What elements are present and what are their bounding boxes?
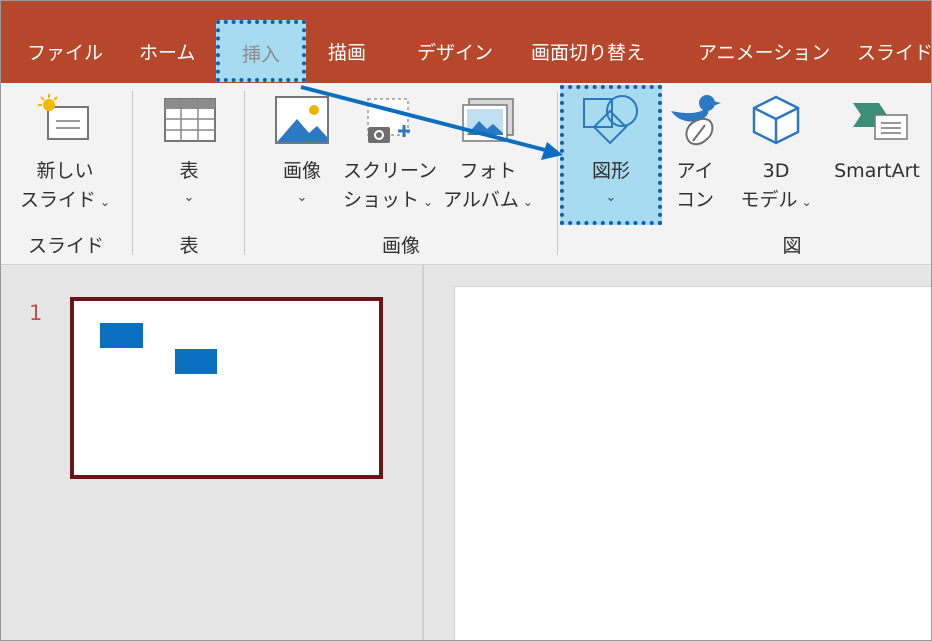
smartart-icon bbox=[853, 103, 908, 140]
3d-models-label-1: 3D bbox=[762, 160, 790, 182]
image-icon bbox=[275, 96, 329, 144]
image-label: 画像 bbox=[282, 160, 321, 182]
slide-thumbnail[interactable] bbox=[70, 297, 383, 479]
icons-button[interactable]: アイ コン bbox=[663, 93, 727, 215]
tab-insert[interactable]: 挿入 bbox=[216, 20, 306, 82]
group-label-tables: 表 bbox=[179, 235, 199, 257]
tab-transitions[interactable]: 画面切り替え bbox=[531, 35, 645, 71]
photo-album-button[interactable]: フォト アルバム ⌄ bbox=[437, 93, 539, 217]
separator bbox=[557, 91, 558, 255]
icons-label-2: コン bbox=[675, 189, 714, 211]
photo-album-icon bbox=[462, 98, 514, 142]
photo-album-label-1: フォト bbox=[459, 160, 517, 182]
tab-design[interactable]: デザイン bbox=[417, 35, 493, 71]
group-label-illustrations: 図 bbox=[782, 235, 802, 257]
thumbnail-rectangle bbox=[100, 323, 143, 348]
screenshot-label-2: ショット ⌄ bbox=[343, 189, 434, 211]
cube-icon bbox=[752, 95, 800, 145]
new-slide-label-1: 新しい bbox=[36, 160, 94, 182]
icons-icon bbox=[671, 95, 721, 146]
tab-slideshow[interactable]: スライド bbox=[857, 35, 931, 71]
chevron-down-icon: ⌄ bbox=[99, 195, 111, 209]
chevron-down-icon: ⌄ bbox=[296, 190, 308, 205]
chevron-down-icon: ⌄ bbox=[605, 190, 617, 205]
shapes-button[interactable]: 図形 ⌄ bbox=[567, 93, 655, 210]
powerpoint-window: ファイル ホーム 挿入 描画 デザイン 画面切り替え アニメーション スライド … bbox=[0, 0, 932, 641]
slide-number: 1 bbox=[29, 301, 43, 325]
chevron-down-icon: ⌄ bbox=[183, 190, 195, 205]
shapes-icon bbox=[583, 95, 638, 145]
group-label-slides: スライド bbox=[27, 235, 104, 257]
insert-ribbon: 新しい スライド ⌄ 表 ⌄ 画像 ⌄ スクリーン ショット ⌄ フォト アルバ… bbox=[1, 83, 931, 265]
chevron-down-icon: ⌄ bbox=[522, 195, 533, 209]
screenshot-icon bbox=[367, 98, 410, 143]
screenshot-button[interactable]: スクリーン ショット ⌄ bbox=[343, 93, 438, 217]
table-icon bbox=[164, 98, 216, 142]
thumbnail-rectangle bbox=[175, 349, 217, 374]
table-button[interactable]: 表 ⌄ bbox=[149, 93, 229, 210]
smartart-button[interactable]: SmartArt bbox=[823, 93, 931, 186]
ribbon-tab-bar: ファイル ホーム 挿入 描画 デザイン 画面切り替え アニメーション スライド bbox=[1, 1, 931, 83]
smartart-label: SmartArt bbox=[834, 160, 920, 182]
3d-models-label-2: モデル ⌄ bbox=[740, 189, 812, 211]
tab-home[interactable]: ホーム bbox=[139, 35, 195, 71]
new-slide-label-2: スライド ⌄ bbox=[19, 189, 111, 211]
icons-label-1: アイ bbox=[676, 160, 714, 182]
photo-album-label-2: アルバム ⌄ bbox=[443, 189, 533, 211]
3d-models-button[interactable]: 3D モデル ⌄ bbox=[731, 93, 821, 217]
slide-canvas[interactable] bbox=[454, 286, 931, 640]
chevron-down-icon: ⌄ bbox=[423, 195, 434, 209]
image-button[interactable]: 画像 ⌄ bbox=[263, 93, 341, 210]
shapes-label: 図形 bbox=[591, 160, 630, 182]
tab-animations[interactable]: アニメーション bbox=[698, 35, 830, 71]
separator bbox=[132, 91, 133, 255]
screenshot-label-1: スクリーン bbox=[343, 160, 438, 182]
new-slide-icon bbox=[38, 94, 89, 140]
group-label-images: 画像 bbox=[381, 235, 420, 257]
tab-draw[interactable]: 描画 bbox=[328, 35, 366, 71]
new-slide-button[interactable]: 新しい スライド ⌄ bbox=[13, 93, 117, 217]
separator bbox=[244, 91, 245, 255]
chevron-down-icon: ⌄ bbox=[801, 195, 812, 209]
tab-file[interactable]: ファイル bbox=[27, 35, 103, 71]
table-label: 表 bbox=[179, 160, 199, 182]
